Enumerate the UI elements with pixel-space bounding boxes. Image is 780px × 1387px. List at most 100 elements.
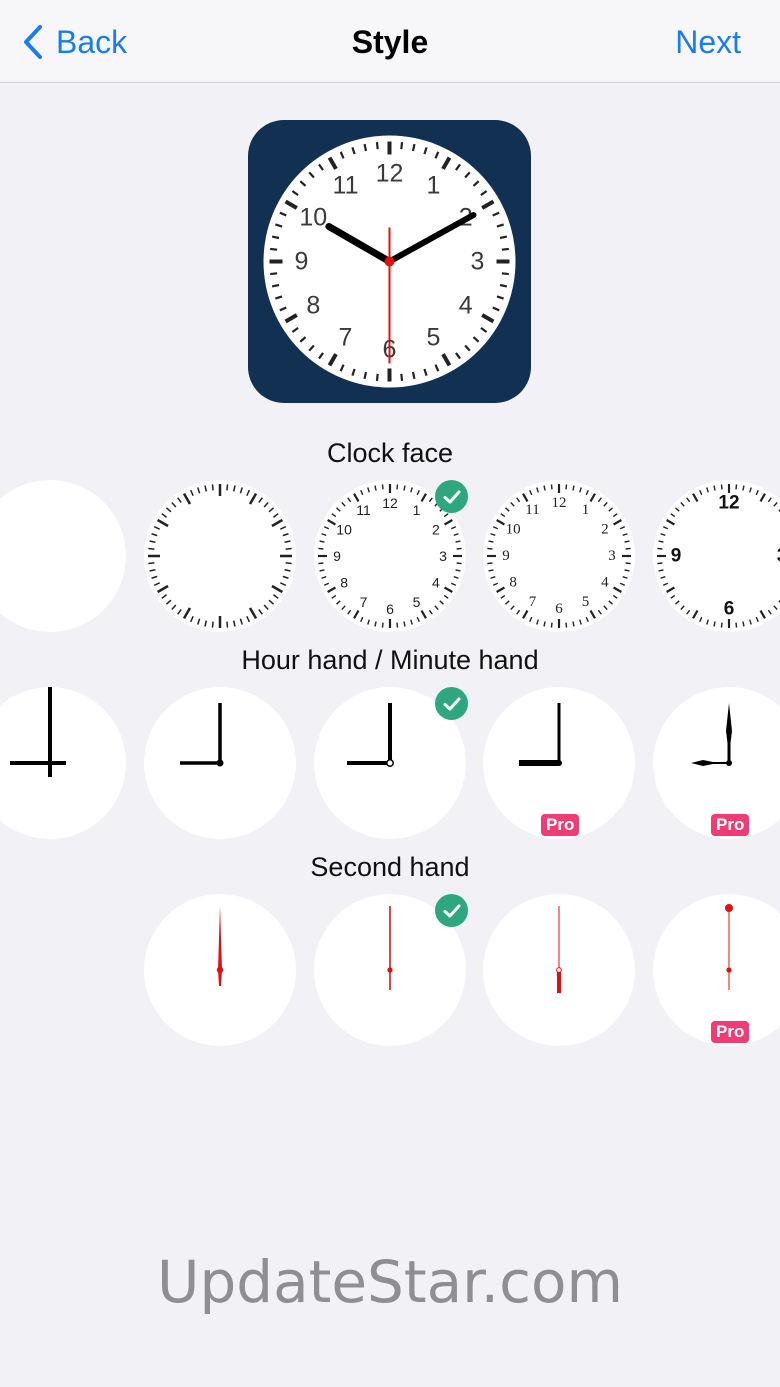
center-pin <box>556 760 562 766</box>
hand-option-cross-graphic <box>10 687 66 777</box>
tick-mark <box>341 605 346 610</box>
tick-mark <box>706 619 709 625</box>
second-hand-option-tapered[interactable] <box>144 894 296 1046</box>
tick-mark <box>536 619 539 625</box>
tick-mark <box>625 562 631 565</box>
numeral-5: 5 <box>413 594 421 610</box>
tick-mark <box>347 497 352 503</box>
second-hand-option-hollow-tail[interactable] <box>483 894 635 1046</box>
tick-mark <box>232 620 236 627</box>
tick-mark <box>625 547 631 550</box>
next-button[interactable]: Next <box>675 22 741 62</box>
tick-mark <box>612 594 618 599</box>
tick-mark <box>182 607 192 619</box>
tick-mark <box>613 586 622 593</box>
hand-option-cross[interactable] <box>0 687 126 839</box>
tick-mark <box>773 502 778 507</box>
tick-mark <box>177 608 182 615</box>
clock-face-option-quarters-bold[interactable]: 12369 <box>653 480 780 632</box>
tick-mark <box>319 540 325 543</box>
tick-mark <box>279 582 287 586</box>
clock-face-option-blank-graphic <box>0 480 126 632</box>
preview-tick <box>501 247 509 251</box>
numeral-9: 9 <box>502 548 510 564</box>
center-pin <box>726 760 732 766</box>
hour-minute-hand-section-title: Hour hand / Minute hand <box>241 645 539 675</box>
tick-mark <box>450 582 457 586</box>
hand-option-thin-dot-graphic <box>180 703 224 767</box>
tick-mark <box>543 621 546 627</box>
preview-tick <box>271 235 280 240</box>
tick-mark <box>510 502 515 507</box>
tick-mark <box>263 604 269 611</box>
tick-mark <box>735 484 738 490</box>
tick-mark <box>455 540 461 543</box>
tick-mark <box>755 616 759 623</box>
tick-mark <box>341 502 346 507</box>
hand-option-bold[interactable]: Pro <box>483 687 635 839</box>
tick-mark <box>536 487 539 493</box>
hour-hand <box>691 760 729 766</box>
tick-mark <box>396 622 399 628</box>
tick-mark <box>271 584 283 594</box>
numeral-4: 4 <box>432 575 440 591</box>
preview-tick <box>363 371 368 380</box>
tick-mark <box>585 616 589 623</box>
center-pin <box>387 967 393 973</box>
numeral-7: 7 <box>529 594 537 610</box>
numeral-11: 11 <box>356 502 371 518</box>
tick-mark <box>613 519 622 526</box>
tick-mark <box>420 493 427 502</box>
tick-mark <box>543 485 546 491</box>
numeral-3: 3 <box>471 248 485 276</box>
tick-mark <box>490 533 496 536</box>
tick-mark <box>603 605 608 610</box>
tick-mark <box>416 616 420 623</box>
clock-face-option-numerals-serif[interactable]: 12 1 2 3 4 5 6 7 8 9 10 11 <box>483 480 635 632</box>
tick-mark <box>660 533 666 536</box>
tick-mark <box>336 600 341 605</box>
second-hand-option-ball-tip[interactable]: Pro <box>653 894 780 1046</box>
center-pin <box>216 759 224 767</box>
tick-mark <box>396 484 399 490</box>
tick-mark <box>488 540 494 543</box>
tick-mark <box>516 609 521 615</box>
tick-mark <box>381 622 384 628</box>
preview-tick <box>375 373 379 381</box>
selected-check-icon <box>435 894 468 927</box>
numeral-3: 3 <box>608 548 616 564</box>
tick-mark <box>444 586 453 593</box>
preview-tick <box>499 235 508 240</box>
second-hand-tip <box>725 904 733 912</box>
clock-face-option-ticks[interactable] <box>144 480 296 632</box>
tick-mark <box>585 489 589 496</box>
tick-mark <box>487 547 493 550</box>
tick-mark <box>204 620 208 627</box>
tick-mark <box>157 518 169 528</box>
hand-option-ornate[interactable]: Pro <box>653 687 780 839</box>
preview-tick <box>363 143 368 152</box>
clock-face-option-blank[interactable] <box>0 480 126 632</box>
tick-mark <box>597 497 602 503</box>
pro-badge: Pro <box>711 1021 750 1043</box>
tick-mark <box>675 507 680 512</box>
numeral-2: 2 <box>601 522 609 538</box>
tick-mark <box>742 621 745 627</box>
preview-tick <box>400 142 404 150</box>
tick-mark <box>327 586 336 593</box>
clock-preview: 121234567891011 <box>248 120 531 403</box>
selected-check-icon <box>435 480 468 513</box>
numeral-4: 4 <box>601 575 609 591</box>
tick-mark <box>439 600 444 605</box>
tick-mark <box>572 621 575 627</box>
tick-mark <box>749 619 752 625</box>
tick-mark <box>496 586 505 593</box>
tick-mark <box>699 489 703 496</box>
tick-mark <box>443 594 449 599</box>
tick-mark <box>742 485 745 491</box>
tick-mark <box>680 502 685 507</box>
tick-mark <box>285 547 292 550</box>
tick-mark <box>706 487 709 493</box>
hand-option-thin-dot[interactable] <box>144 687 296 839</box>
tick-mark <box>589 493 596 502</box>
